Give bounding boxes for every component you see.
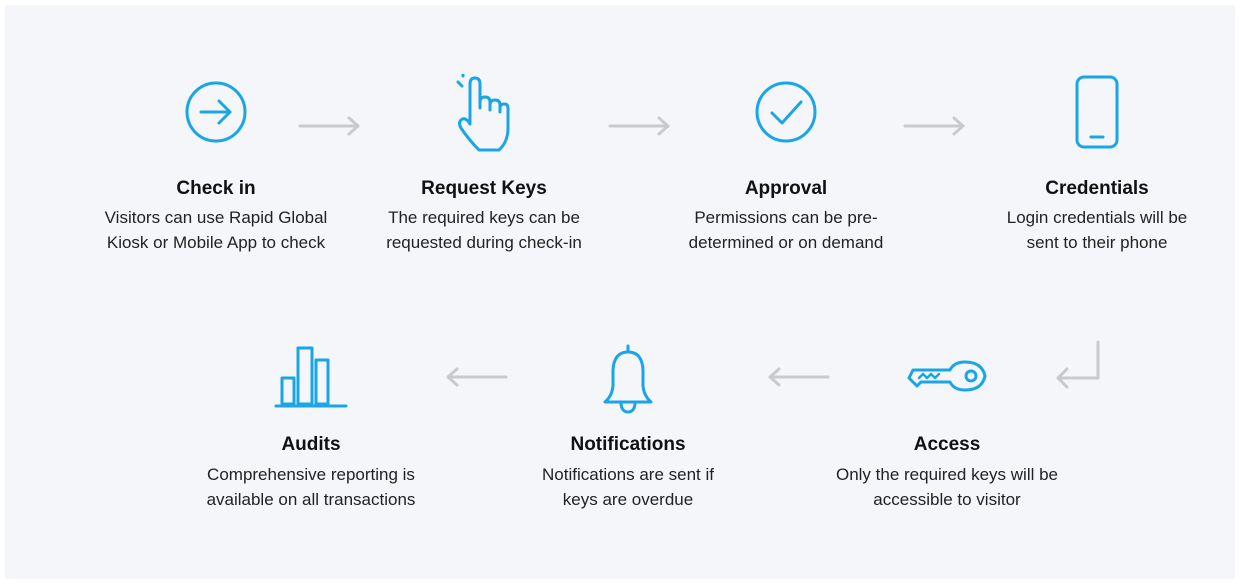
step-access: Access Only the required keys will be ac… [797, 0, 1097, 540]
step-audits: Audits Comprehensive reporting is availa… [161, 0, 461, 540]
arrow-right-icon [298, 116, 360, 136]
step-description-line: Notifications are sent if [542, 465, 714, 484]
step-description: Comprehensive reporting is available on … [161, 462, 461, 512]
step-title: Access [913, 434, 981, 455]
step-description: Only the required keys will be accessibl… [797, 462, 1097, 512]
bell-icon [601, 340, 655, 421]
arrow-left-icon [446, 367, 508, 387]
step-description-line: available on all transactions [206, 490, 416, 509]
step-description-line: Only the required keys will be [835, 465, 1059, 484]
arrow-left-icon [768, 367, 830, 387]
step-description-line: Comprehensive reporting is [207, 465, 415, 484]
bar-chart-icon [273, 344, 349, 415]
arrow-right-icon [608, 116, 670, 136]
key-icon [905, 356, 989, 401]
step-notifications: Notifications Notifications are sent if … [478, 0, 778, 540]
step-title: Audits [281, 434, 341, 455]
step-description: Notifications are sent if keys are overd… [478, 462, 778, 512]
step-title: Notifications [570, 434, 686, 455]
arrow-right-icon [903, 116, 965, 136]
step-description-line: keys are overdue [562, 490, 694, 509]
arrow-return-icon [1056, 340, 1100, 389]
step-description-line: accessible to visitor [873, 490, 1021, 509]
